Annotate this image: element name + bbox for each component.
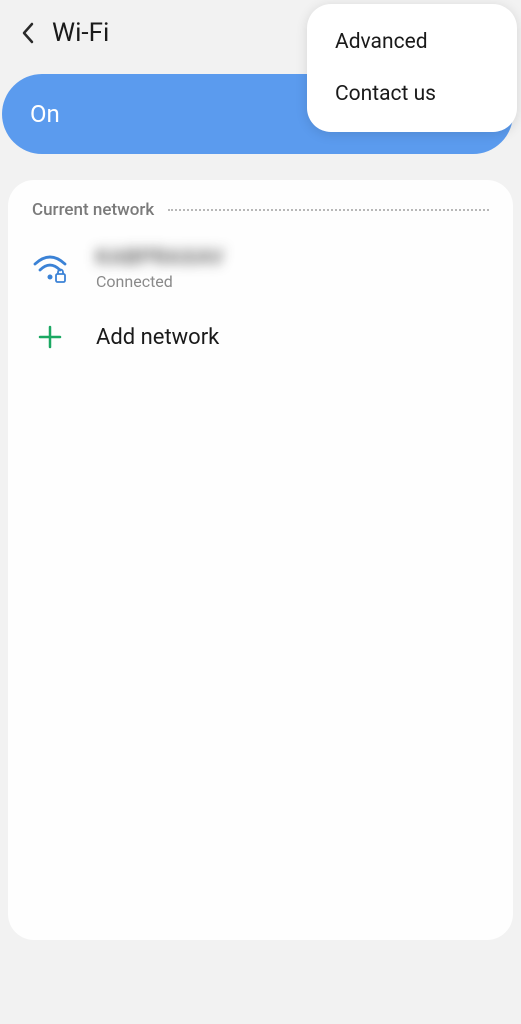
- section-title: Current network: [32, 200, 154, 220]
- wifi-secure-icon: [32, 251, 68, 287]
- wifi-toggle-label: On: [30, 100, 60, 128]
- current-network-row[interactable]: KABPRAXAV Connected: [8, 236, 513, 301]
- section-header: Current network: [8, 200, 513, 236]
- overflow-menu: Advanced Contact us: [307, 4, 517, 132]
- divider-dotted: [168, 209, 489, 211]
- plus-icon: [32, 319, 68, 355]
- network-status: Connected: [96, 272, 224, 291]
- network-info: KABPRAXAV Connected: [96, 246, 224, 291]
- network-name: KABPRAXAV: [96, 246, 224, 270]
- menu-item-contact-us[interactable]: Contact us: [307, 68, 517, 120]
- add-network-row[interactable]: Add network: [8, 301, 513, 373]
- networks-card: Current network KABPRAXAV Connected Add …: [8, 180, 513, 940]
- page-title: Wi-Fi: [52, 18, 109, 48]
- add-network-label: Add network: [96, 325, 219, 350]
- menu-item-advanced[interactable]: Advanced: [307, 16, 517, 68]
- back-icon[interactable]: [20, 21, 34, 45]
